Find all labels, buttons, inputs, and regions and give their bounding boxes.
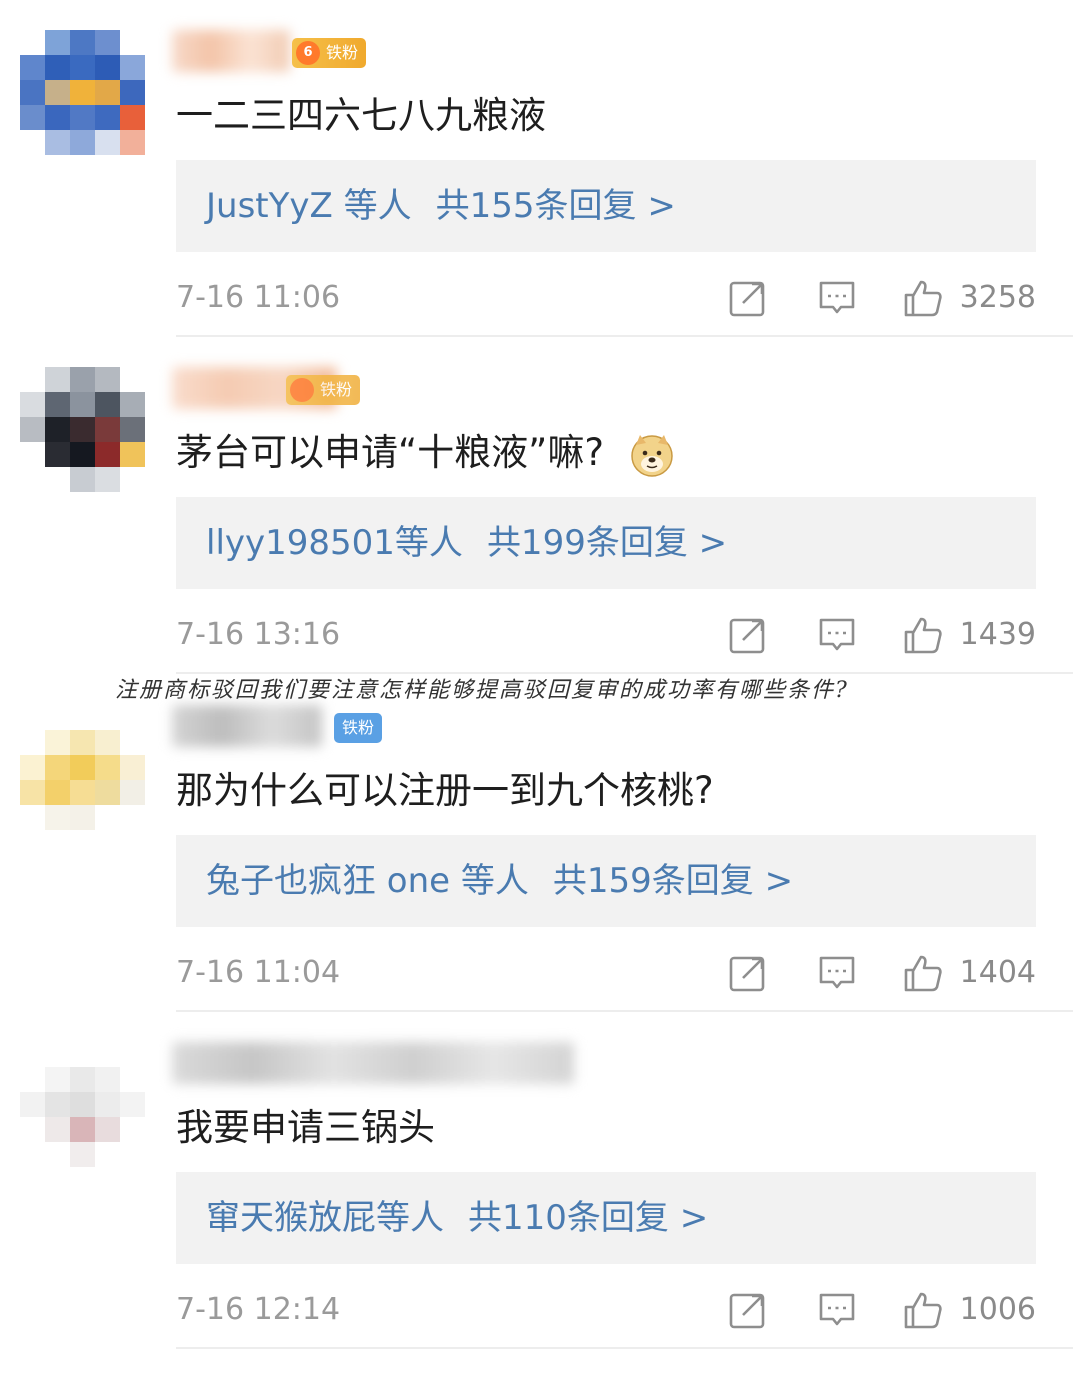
watermark-caption: 注册商标驳回我们要注意怎样能够提高驳回复审的成功率有哪些条件?	[115, 678, 849, 703]
comment-item: 我要申请三锅头 窜天猴放屁等人 共110条回复 > 7-16 12:14 1006	[0, 1012, 1073, 1349]
comment-text: 那为什么可以注册一到九个核桃?	[176, 769, 714, 812]
comment-icon[interactable]	[817, 953, 857, 993]
comment-meta: 7-16 11:06 3258	[176, 270, 1036, 326]
badge-label: 铁粉	[320, 380, 353, 399]
comment-meta: 7-16 11:04 1404	[176, 945, 1036, 1001]
reply-count: 共159条回复 >	[552, 861, 794, 901]
crown-icon	[290, 378, 314, 402]
reply-count: 共199条回复 >	[486, 523, 728, 563]
comment-text: 一二三四六七八九粮液	[176, 94, 546, 137]
share-icon[interactable]	[728, 278, 768, 318]
share-icon[interactable]	[728, 953, 768, 993]
divider	[176, 672, 1073, 674]
comment-icon[interactable]	[817, 278, 857, 318]
reply-users: 兔子也疯狂 one 等人	[206, 861, 529, 901]
timestamp: 7-16 11:04	[176, 955, 341, 990]
thumbs-up-icon[interactable]	[903, 615, 943, 655]
badge-label: 铁粉	[326, 43, 359, 62]
fan-badge: 铁粉	[334, 713, 383, 743]
comment-item: 6 铁粉 一二三四六七八九粮液 JustYyZ 等人 共155条回复 > 7-16…	[0, 0, 1073, 337]
fan-badge: 6 铁粉	[292, 38, 367, 68]
like-count: 3258	[959, 280, 1036, 315]
username[interactable]	[172, 705, 322, 747]
like-count: 1404	[959, 955, 1036, 990]
share-icon[interactable]	[728, 1290, 768, 1330]
comment-text: 茅台可以申请“十粮液”嘛?	[176, 425, 676, 481]
badge-label: 铁粉	[342, 718, 375, 737]
comment-meta: 7-16 13:16 1439	[176, 607, 1036, 663]
timestamp: 7-16 11:06	[176, 280, 341, 315]
divider	[176, 1347, 1073, 1349]
avatar[interactable]	[20, 367, 145, 492]
username[interactable]	[172, 30, 290, 72]
replies-link[interactable]: 兔子也疯狂 one 等人 共159条回复 >	[176, 835, 1036, 927]
reply-users: llyy198501等人	[206, 523, 463, 563]
reply-count: 共155条回复 >	[435, 186, 676, 226]
comment-text: 我要申请三锅头	[176, 1106, 435, 1149]
username[interactable]	[172, 1042, 574, 1084]
timestamp: 7-16 12:14	[176, 1292, 341, 1327]
replies-link[interactable]: JustYyZ 等人 共155条回复 >	[176, 160, 1036, 252]
thumbs-up-icon[interactable]	[903, 278, 943, 318]
replies-link[interactable]: llyy198501等人 共199条回复 >	[176, 497, 1036, 589]
comment-item: 铁粉 茅台可以申请“十粮液”嘛? llyy198501等人 共199条回复 > 7…	[0, 337, 1073, 674]
replies-link[interactable]: 窜天猴放屁等人 共110条回复 >	[176, 1172, 1036, 1264]
avatar[interactable]	[20, 1042, 145, 1167]
like-count: 1006	[959, 1292, 1036, 1327]
timestamp: 7-16 13:16	[176, 617, 341, 652]
doge-emoji-icon	[631, 434, 673, 477]
thumbs-up-icon[interactable]	[903, 953, 943, 993]
reply-users: JustYyZ 等人	[206, 186, 412, 226]
reply-users: 窜天猴放屁等人	[206, 1198, 444, 1238]
comment-meta: 7-16 12:14 1006	[176, 1282, 1036, 1338]
comment-text-content: 茅台可以申请“十粮液”嘛?	[176, 431, 604, 474]
fan-badge: 铁粉	[286, 375, 361, 405]
like-count: 1439	[959, 617, 1036, 652]
crown-icon: 6	[296, 41, 320, 65]
avatar[interactable]	[20, 705, 145, 830]
comment-item: 铁粉 那为什么可以注册一到九个核桃? 兔子也疯狂 one 等人 共159条回复 >…	[0, 675, 1073, 1012]
thumbs-up-icon[interactable]	[903, 1290, 943, 1330]
comment-icon[interactable]	[817, 615, 857, 655]
avatar[interactable]	[20, 30, 145, 155]
reply-count: 共110条回复 >	[468, 1198, 709, 1238]
comment-icon[interactable]	[817, 1290, 857, 1330]
share-icon[interactable]	[728, 615, 768, 655]
